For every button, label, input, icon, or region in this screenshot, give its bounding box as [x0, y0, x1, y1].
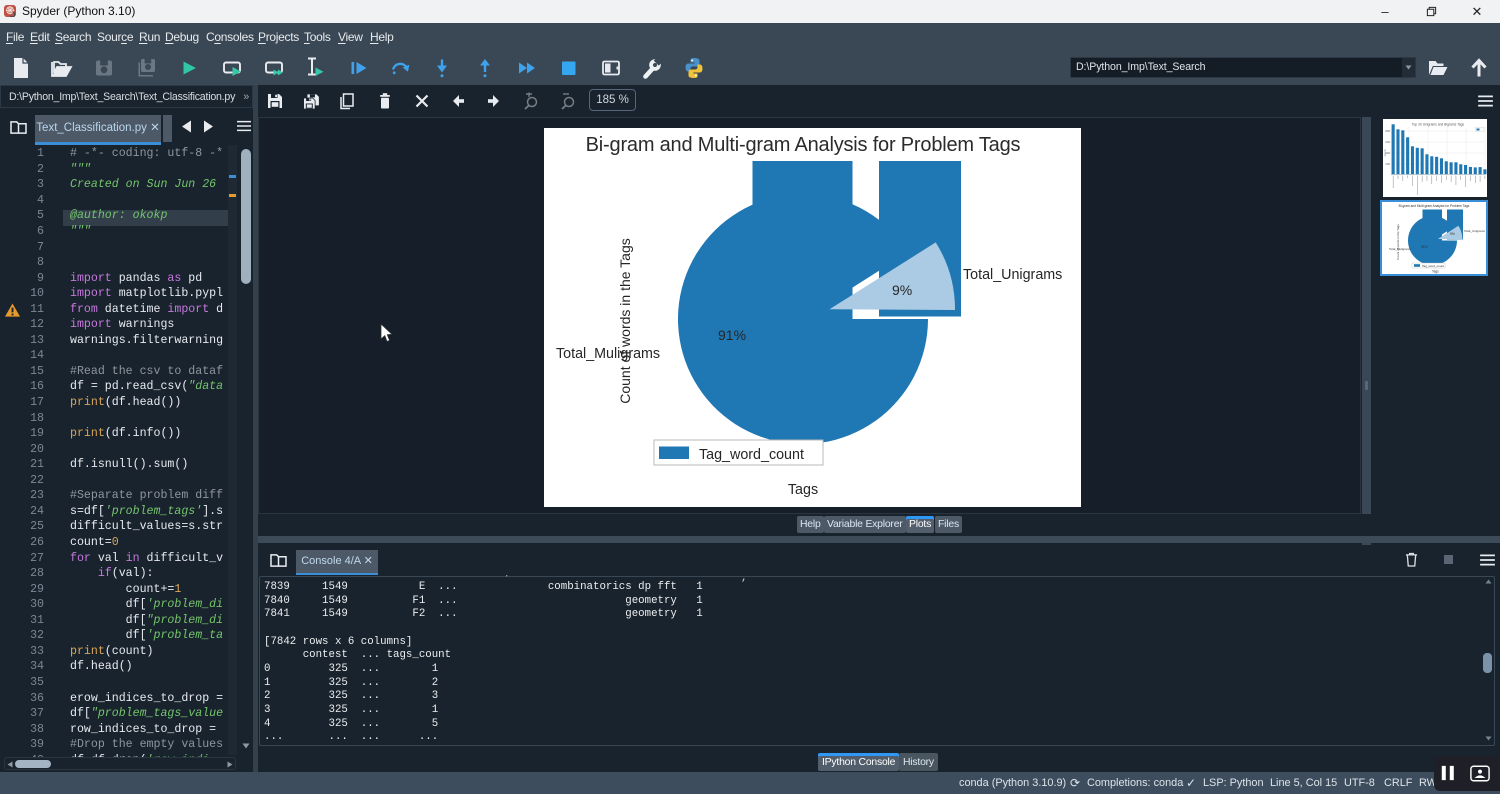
- svg-text:800: 800: [1385, 129, 1390, 133]
- svg-text:9%: 9%: [892, 282, 912, 298]
- svg-text:Tags: Tags: [1432, 270, 1439, 274]
- svg-text:600: 600: [1385, 140, 1390, 144]
- svg-text:Bi-gram and Multi-gram Analysi: Bi-gram and Multi-gram Analysis for Prob…: [1399, 204, 1470, 208]
- svg-text:count: count: [1383, 149, 1387, 156]
- svg-text:Top 20 Unigrams and Bigrams Ta: Top 20 Unigrams and Bigrams Tags: [1412, 123, 1465, 127]
- svg-text:Tags: Tags: [788, 482, 818, 498]
- svg-text:Total_Unigrams: Total_Unigrams: [1464, 229, 1485, 233]
- svg-text:200: 200: [1385, 162, 1390, 166]
- svg-text:Total_Muligrams: Total_Muligrams: [1389, 247, 1411, 251]
- svg-text:91%: 91%: [1421, 245, 1428, 249]
- svg-text:Count of words in the Tags: Count of words in the Tags: [617, 238, 633, 404]
- svg-text:Tag_word_count: Tag_word_count: [1422, 264, 1444, 268]
- svg-text:Tag_word_count: Tag_word_count: [699, 447, 804, 463]
- svg-text:91%: 91%: [718, 327, 746, 343]
- svg-text:9%: 9%: [1450, 232, 1455, 236]
- svg-text:Count of words in the Tags: Count of words in the Tags: [1396, 224, 1400, 260]
- svg-text:Total_Muligrams: Total_Muligrams: [556, 346, 660, 362]
- svg-text:Bi-gram and Multi-gram Analysi: Bi-gram and Multi-gram Analysis for Prob…: [586, 134, 1021, 156]
- svg-text:Total_Unigrams: Total_Unigrams: [963, 267, 1062, 283]
